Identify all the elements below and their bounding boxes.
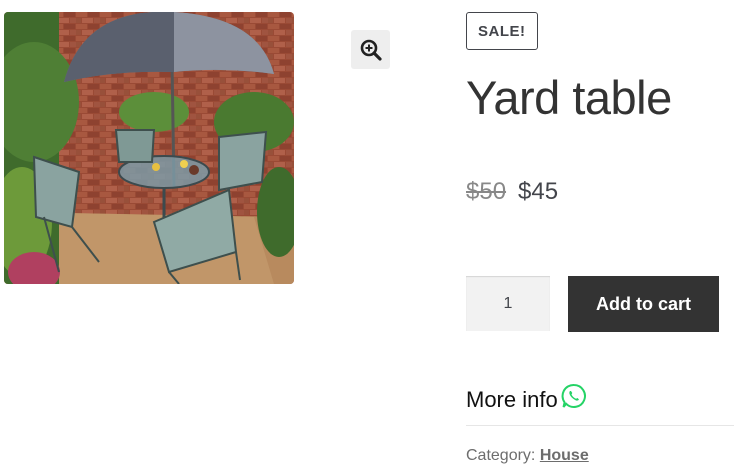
product-image[interactable] bbox=[4, 12, 294, 284]
category-link[interactable]: House bbox=[540, 447, 589, 464]
product-meta: Category: House bbox=[466, 447, 589, 465]
zoom-button[interactable] bbox=[351, 30, 390, 69]
category-label: Category: bbox=[466, 447, 536, 464]
add-to-cart-button[interactable]: Add to cart bbox=[568, 276, 719, 332]
whatsapp-icon[interactable] bbox=[561, 383, 587, 409]
sale-badge: SALE! bbox=[466, 12, 538, 50]
product-title: Yard table bbox=[466, 71, 672, 124]
garden-furniture-photo bbox=[4, 12, 294, 284]
more-info: More info bbox=[466, 383, 587, 413]
divider bbox=[466, 425, 734, 426]
product-price: $50 $45 bbox=[466, 178, 558, 206]
sale-price: $45 bbox=[518, 178, 559, 205]
original-price: $50 bbox=[466, 178, 507, 205]
product-summary: SALE! Yard table $50 $45 Add to cart More… bbox=[466, 0, 734, 473]
more-info-label: More info bbox=[466, 387, 558, 412]
magnifier-plus-icon bbox=[360, 39, 382, 61]
quantity-input[interactable] bbox=[466, 276, 550, 331]
